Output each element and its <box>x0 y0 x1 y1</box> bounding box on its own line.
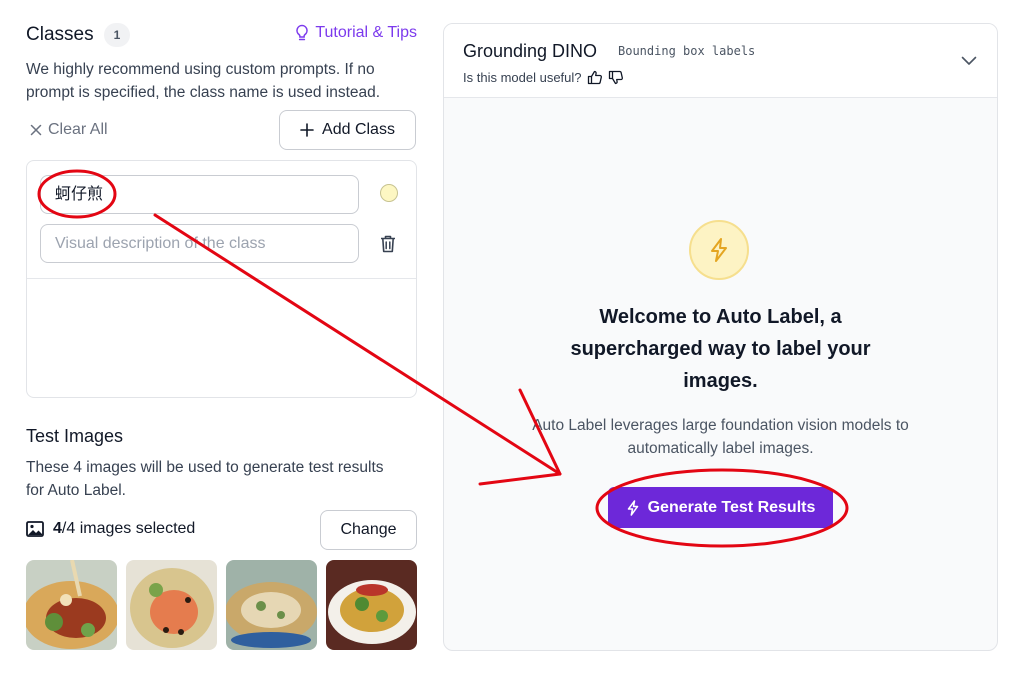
generate-label: Generate Test Results <box>647 498 816 516</box>
test-images-description: These 4 images will be used to generate … <box>26 459 384 499</box>
plus-icon <box>300 123 314 137</box>
image-icon <box>26 521 44 537</box>
classes-description: We highly recommend using custom prompts… <box>26 61 381 101</box>
model-name: Grounding DINO <box>463 41 598 61</box>
test-images-title: Test Images <box>26 426 124 446</box>
model-tag: Bounding box labels <box>618 44 756 58</box>
class-description-input[interactable]: Visual description of the class <box>40 224 359 263</box>
welcome-subtitle: Auto Label leverages large foundation vi… <box>532 417 909 457</box>
model-feedback: Is this model useful? <box>463 70 624 85</box>
change-images-button[interactable]: Change <box>320 510 417 550</box>
tutorial-tips-label: Tutorial & Tips <box>315 24 417 41</box>
lightning-icon <box>627 499 638 516</box>
classes-header: Classes 1 Tutorial & Tips <box>26 20 417 50</box>
model-header[interactable]: Grounding DINO Bounding box labels Is th… <box>444 24 997 98</box>
add-class-label: Add Class <box>322 121 395 138</box>
auto-label-panel: Grounding DINO Bounding box labels Is th… <box>443 23 998 651</box>
selected-suffix: /4 images selected <box>61 520 196 537</box>
thumbs-down-icon[interactable] <box>608 70 624 85</box>
clear-all-label: Clear All <box>48 121 108 138</box>
images-selected-count: 4/4 images selected <box>26 520 195 538</box>
add-class-button[interactable]: Add Class <box>279 110 416 150</box>
class-item: 蚵仔煎 Visual description of the class <box>27 161 416 279</box>
close-icon <box>30 124 42 136</box>
test-image-thumbnails <box>26 560 417 650</box>
classes-title: Classes <box>26 24 94 45</box>
useful-question: Is this model useful? <box>463 70 582 85</box>
test-image-thumbnail[interactable] <box>26 560 117 650</box>
lightbulb-icon <box>296 24 309 41</box>
tutorial-tips-link[interactable]: Tutorial & Tips <box>295 24 417 42</box>
lightning-icon <box>711 238 727 262</box>
test-image-thumbnail[interactable] <box>126 560 217 650</box>
selected-count: 4 <box>53 520 62 537</box>
generate-test-results-button[interactable]: Generate Test Results <box>608 487 833 528</box>
classes-panel: Classes 1 Tutorial & Tips We highly reco… <box>26 20 417 650</box>
trash-icon[interactable] <box>379 234 397 254</box>
lightning-badge <box>689 220 749 280</box>
welcome-title: Welcome to Auto Label, a supercharged wa… <box>570 306 871 392</box>
test-image-thumbnail[interactable] <box>326 560 417 650</box>
thumbs-up-icon[interactable] <box>587 70 603 85</box>
class-name-input[interactable]: 蚵仔煎 <box>40 175 359 214</box>
chevron-down-icon[interactable] <box>961 56 977 66</box>
test-image-thumbnail[interactable] <box>226 560 317 650</box>
clear-all-button[interactable]: Clear All <box>30 121 108 139</box>
class-list: 蚵仔煎 Visual description of the class <box>26 160 417 398</box>
class-color-swatch[interactable] <box>380 184 398 202</box>
classes-count-badge: 1 <box>104 23 130 47</box>
